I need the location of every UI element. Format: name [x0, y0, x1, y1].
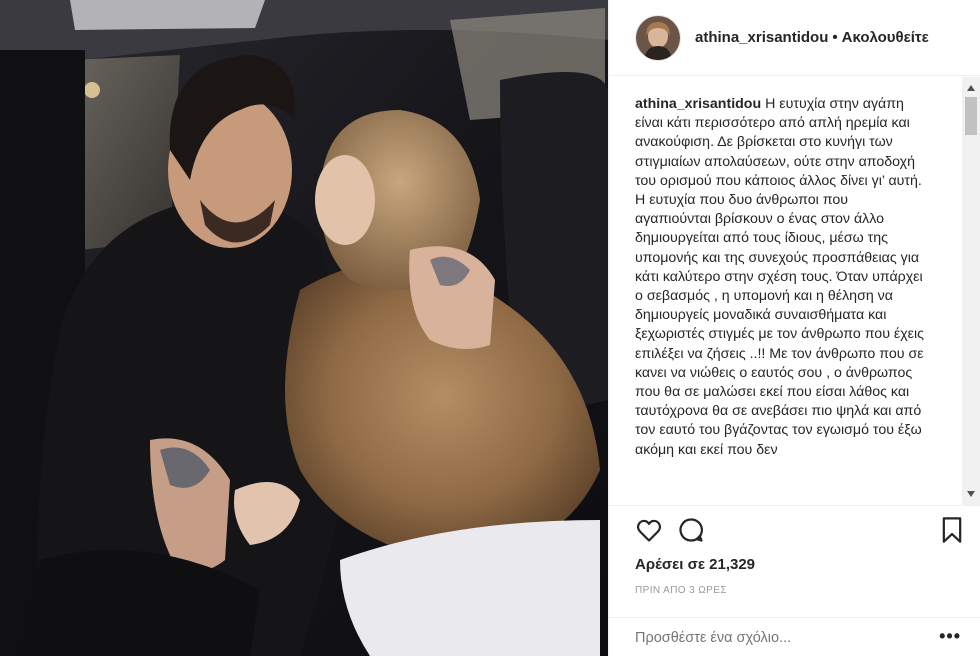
following-status[interactable]: Ακολουθείτε: [842, 29, 929, 46]
couple-photo-image: [0, 0, 608, 656]
post-caption: athina_xrisantidou Η ευτυχία στην αγάπη …: [609, 77, 945, 460]
comment-button[interactable]: [677, 516, 707, 546]
scrollbar[interactable]: [962, 77, 980, 505]
like-button[interactable]: [635, 516, 665, 546]
header-text: athina_xrisantidou • Ακολουθείτε: [695, 29, 929, 46]
post-header: athina_xrisantidou • Ακολουθείτε: [609, 0, 980, 76]
instagram-post: athina_xrisantidou • Ακολουθείτε athina_xr…: [0, 0, 980, 656]
scroll-down-arrow-icon[interactable]: [967, 491, 975, 497]
header-separator: •: [832, 29, 838, 46]
heart-icon: [636, 519, 662, 542]
more-options-icon[interactable]: •••: [939, 626, 961, 647]
caption-username[interactable]: athina_xrisantidou: [635, 96, 761, 112]
post-sidebar: athina_xrisantidou • Ακολουθείτε athina_xr…: [608, 0, 980, 656]
avatar[interactable]: [635, 14, 681, 61]
bookmark-icon: [942, 517, 962, 543]
scrollbar-thumb[interactable]: [965, 97, 977, 135]
caption-text: Η ευτυχία στην αγάπη είναι κάτι περισσότ…: [635, 96, 924, 458]
comments-scroll-area[interactable]: athina_xrisantidou Η ευτυχία στην αγάπη …: [609, 77, 980, 505]
comment-bubble-icon: [679, 518, 703, 542]
action-bar: [609, 505, 980, 546]
post-timestamp: ΠΡΙΝ ΑΠΟ 3 ΩΡΕΣ: [635, 585, 727, 596]
comment-input[interactable]: [635, 630, 925, 646]
scroll-up-arrow-icon[interactable]: [967, 85, 975, 91]
save-button[interactable]: [939, 516, 969, 546]
add-comment-section: •••: [609, 617, 980, 657]
profile-picture-icon: [636, 15, 680, 60]
likes-count[interactable]: Αρέσει σε 21,329: [635, 556, 755, 573]
header-username[interactable]: athina_xrisantidou: [695, 29, 828, 46]
post-photo[interactable]: [0, 0, 608, 656]
